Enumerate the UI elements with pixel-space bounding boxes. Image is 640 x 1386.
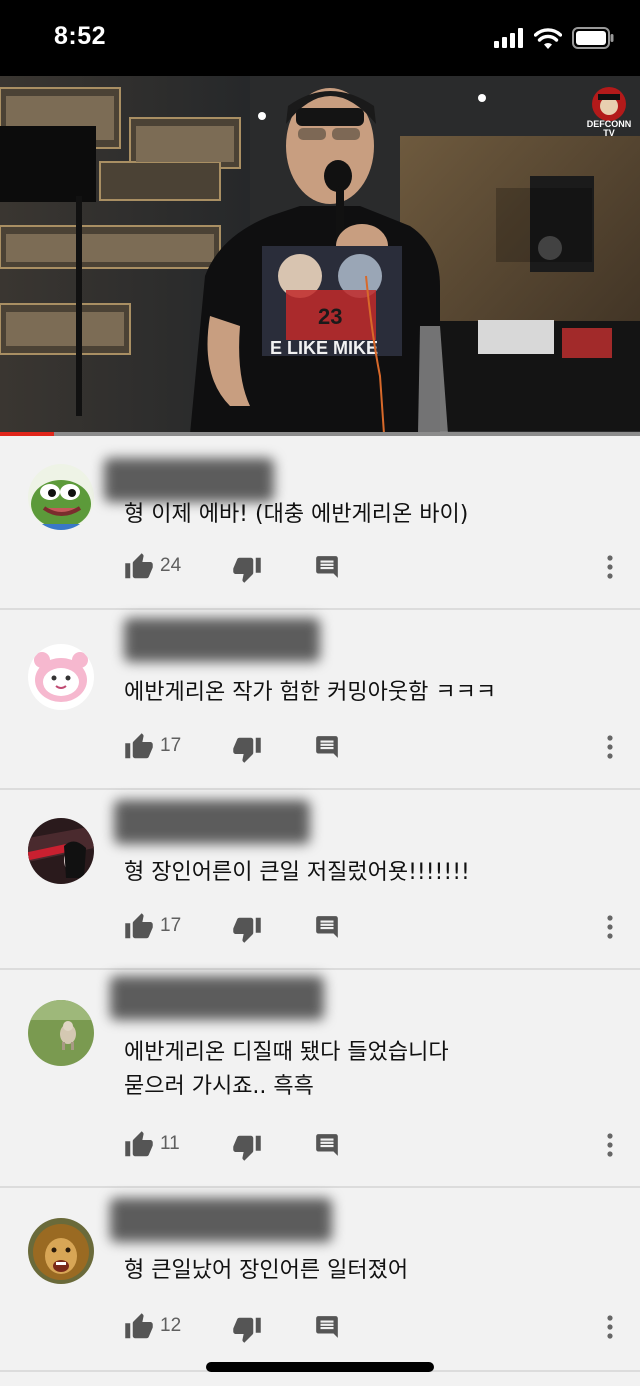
more-options-icon[interactable] — [602, 732, 618, 762]
comment-text: 형 큰일났어 장인어른 일터졌어 — [124, 1254, 408, 1288]
like-count: 11 — [160, 1133, 180, 1154]
animal-photo-avatar[interactable] — [28, 1000, 94, 1066]
reply-icon[interactable] — [314, 1132, 340, 1158]
author-name-redacted — [124, 618, 320, 662]
comment-text-line: 묻으러 가시죠.. 흑흑 — [124, 1074, 314, 1099]
svg-text:E LIKE MIKE: E LIKE MIKE — [270, 338, 378, 358]
comment-text-line: 에반게리온 작가 험한 커밍아웃함 ㅋㅋㅋ — [124, 680, 497, 705]
pink-character-avatar[interactable] — [28, 644, 94, 710]
comment-item: 형 큰일났어 장인어른 일터졌어 12 — [0, 1188, 640, 1372]
lion-avatar[interactable] — [28, 1218, 94, 1284]
more-options-icon[interactable] — [602, 1130, 618, 1160]
comment-text: 형 이제 에바! (대충 에반게리온 바이) — [124, 498, 468, 532]
like-count: 24 — [160, 555, 182, 576]
comment-actions: 12 — [124, 1312, 624, 1344]
comment-item: 형 이제 에바! (대충 에반게리온 바이) 24 — [0, 436, 640, 610]
channel-logo: DEFCONN TV — [586, 84, 632, 140]
status-icons — [494, 27, 614, 49]
reply-icon[interactable] — [314, 914, 340, 940]
like-count: 17 — [160, 735, 182, 756]
dislike-icon[interactable] — [232, 1314, 262, 1344]
comment-text-line: 형 큰일났어 장인어른 일터졌어 — [124, 1258, 409, 1283]
like-icon[interactable] — [124, 1312, 154, 1342]
comment-text: 형 장인어른이 큰일 저질렀어욧!!!!!!! — [124, 856, 470, 890]
more-options-icon[interactable] — [602, 912, 618, 942]
comment-text-line: 형 장인어른이 큰일 저질렀어욧!!!!!!! — [124, 860, 470, 885]
more-options-icon[interactable] — [602, 1312, 618, 1342]
comment-text: 에반게리온 디질때 됐다 들었습니다묻으러 가시죠.. 흑흑 — [124, 1036, 449, 1104]
svg-text:23: 23 — [318, 304, 342, 329]
like-icon[interactable] — [124, 1130, 154, 1160]
channel-logo-text: DEFCONN TV — [586, 119, 632, 138]
like-count: 17 — [160, 915, 182, 936]
dislike-icon[interactable] — [232, 554, 262, 584]
more-options-icon[interactable] — [602, 552, 618, 582]
status-time: 8:52 — [54, 22, 107, 50]
like-icon[interactable] — [124, 912, 154, 942]
home-indicator[interactable] — [206, 1362, 434, 1372]
video-frame: 23 E LIKE MIKE — [0, 76, 640, 434]
comment-actions: 24 — [124, 552, 624, 584]
comment-text: 에반게리온 작가 험한 커밍아웃함 ㅋㅋㅋ — [124, 676, 496, 710]
battery-icon — [572, 27, 614, 49]
status-bar: 8:52 — [0, 0, 640, 76]
dislike-icon[interactable] — [232, 734, 262, 764]
anime-character-avatar[interactable] — [28, 818, 94, 884]
like-count: 12 — [160, 1315, 182, 1336]
author-name-redacted — [114, 800, 310, 844]
reply-icon[interactable] — [314, 1314, 340, 1340]
wifi-icon — [534, 27, 562, 49]
author-name-redacted — [110, 1198, 332, 1242]
like-icon[interactable] — [124, 552, 154, 582]
comment-item: 에반게리온 작가 험한 커밍아웃함 ㅋㅋㅋ 17 — [0, 610, 640, 790]
comment-text-line: 형 이제 에바! (대충 에반게리온 바이) — [124, 502, 469, 527]
reply-icon[interactable] — [314, 554, 340, 580]
author-name-redacted — [104, 458, 274, 502]
like-icon[interactable] — [124, 732, 154, 762]
cellular-signal-icon — [494, 28, 523, 48]
dislike-icon[interactable] — [232, 1132, 262, 1162]
comment-item: 에반게리온 디질때 됐다 들었습니다묻으러 가시죠.. 흑흑 11 — [0, 970, 640, 1188]
comment-text-line: 에반게리온 디질때 됐다 들었습니다 — [124, 1040, 449, 1065]
dislike-icon[interactable] — [232, 914, 262, 944]
author-name-redacted — [110, 976, 324, 1020]
comment-actions: 17 — [124, 912, 624, 944]
pepe-frog-avatar[interactable] — [28, 464, 94, 530]
comments-list: 형 이제 에바! (대충 에반게리온 바이) 24 에반게리온 작가 험한 커밍아웃… — [0, 436, 640, 1372]
video-player[interactable]: 23 E LIKE MIKE DEFCONN TV — [0, 76, 640, 434]
comment-actions: 11 — [124, 1130, 624, 1162]
comment-item: 형 장인어른이 큰일 저질렀어욧!!!!!!! 17 — [0, 790, 640, 970]
reply-icon[interactable] — [314, 734, 340, 760]
comment-actions: 17 — [124, 732, 624, 764]
